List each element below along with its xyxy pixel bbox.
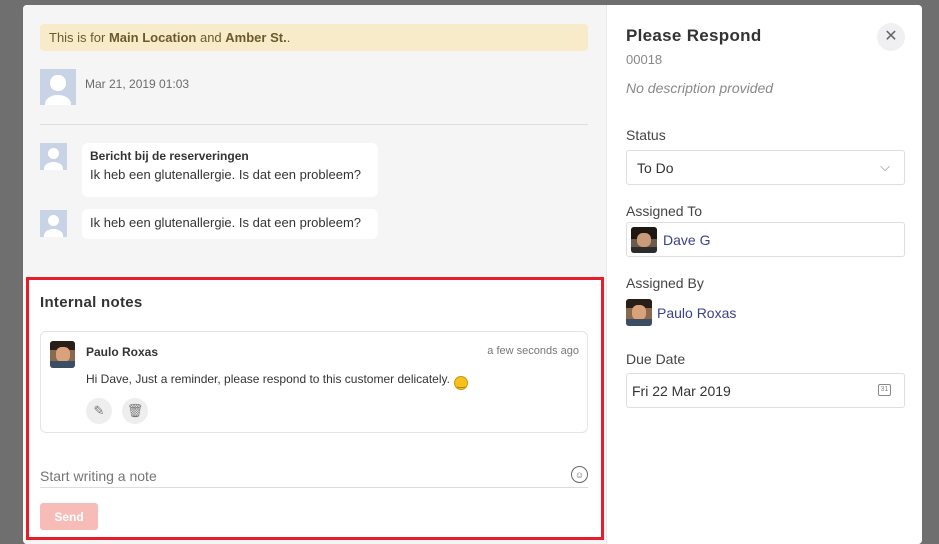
note-text: Hi Dave, Just a reminder, please respond… bbox=[86, 372, 468, 390]
message-bubble: Bericht bij de reserveringen Ik heb een … bbox=[82, 143, 378, 197]
assigned-by-label: Assigned By bbox=[626, 275, 704, 291]
assigned-to-value: Dave G bbox=[663, 232, 711, 248]
close-icon: ✕ bbox=[884, 28, 898, 45]
smiley-emoji-icon: ‿ bbox=[453, 376, 468, 390]
status-select[interactable]: To Do ⌵ bbox=[626, 150, 905, 185]
close-button[interactable]: ✕ bbox=[877, 23, 905, 51]
pencil-icon: ✎ bbox=[93, 403, 105, 418]
banner-street: Amber St. bbox=[225, 30, 287, 45]
note-text-content: Hi Dave, Just a reminder, please respond… bbox=[86, 372, 450, 386]
ticket-modal: This is for Main Location and Amber St..… bbox=[23, 5, 922, 544]
ticket-details-panel: Please Respond 00018 No description prov… bbox=[606, 5, 922, 544]
ticket-description: No description provided bbox=[626, 80, 774, 96]
internal-notes-section: Internal notes Paulo Roxas a few seconds… bbox=[26, 277, 604, 540]
delete-note-button[interactable]: 🗑 bbox=[122, 398, 148, 424]
internal-notes-title: Internal notes bbox=[40, 294, 143, 311]
assigned-to-label: Assigned To bbox=[626, 203, 703, 219]
trash-icon: 🗑 bbox=[126, 403, 144, 418]
note-author: Paulo Roxas bbox=[86, 345, 159, 359]
banner-prefix: This is for bbox=[49, 30, 109, 45]
customer-avatar-icon bbox=[40, 69, 76, 105]
due-date-value: Fri 22 Mar 2019 bbox=[632, 383, 731, 399]
send-button[interactable]: Send bbox=[40, 503, 98, 530]
message-text: Ik heb een glutenallergie. Is dat een pr… bbox=[90, 167, 362, 182]
emoji-picker-icon[interactable]: ☺ bbox=[571, 466, 588, 483]
assigned-by-value[interactable]: Paulo Roxas bbox=[657, 305, 736, 321]
note-input[interactable] bbox=[40, 465, 588, 488]
banner-location: Main Location bbox=[108, 30, 197, 45]
location-banner: This is for Main Location and Amber St.. bbox=[40, 24, 588, 51]
status-label: Status bbox=[626, 127, 666, 143]
conversation-panel: This is for Main Location and Amber St..… bbox=[23, 5, 606, 544]
note-card: Paulo Roxas a few seconds ago Hi Dave, J… bbox=[40, 331, 588, 433]
author-avatar bbox=[50, 341, 75, 368]
banner-suffix: . bbox=[286, 30, 291, 45]
due-date-field[interactable]: Fri 22 Mar 2019 31 bbox=[626, 373, 905, 408]
assigner-avatar bbox=[626, 299, 652, 326]
message-bubble: Ik heb een glutenallergie. Is dat een pr… bbox=[82, 209, 378, 239]
message-title: Bericht bij de reserveringen bbox=[90, 149, 249, 163]
banner-joiner: and bbox=[196, 30, 226, 45]
note-time: a few seconds ago bbox=[487, 345, 579, 357]
divider bbox=[40, 124, 588, 125]
customer-avatar-icon bbox=[40, 210, 67, 237]
status-value: To Do bbox=[637, 160, 674, 176]
message-text: Ik heb een glutenallergie. Is dat een pr… bbox=[90, 215, 362, 230]
chevron-down-icon: ⌵ bbox=[880, 159, 890, 174]
calendar-icon[interactable]: 31 bbox=[878, 384, 891, 396]
message-timestamp: Mar 21, 2019 01:03 bbox=[85, 77, 190, 91]
due-date-label: Due Date bbox=[626, 351, 686, 367]
edit-note-button[interactable]: ✎ bbox=[86, 398, 112, 424]
customer-avatar-icon bbox=[40, 143, 67, 170]
ticket-id: 00018 bbox=[626, 52, 663, 67]
assignee-avatar bbox=[631, 227, 657, 253]
assigned-to-field[interactable]: Dave G bbox=[626, 222, 905, 257]
ticket-title: Please Respond bbox=[626, 26, 762, 45]
